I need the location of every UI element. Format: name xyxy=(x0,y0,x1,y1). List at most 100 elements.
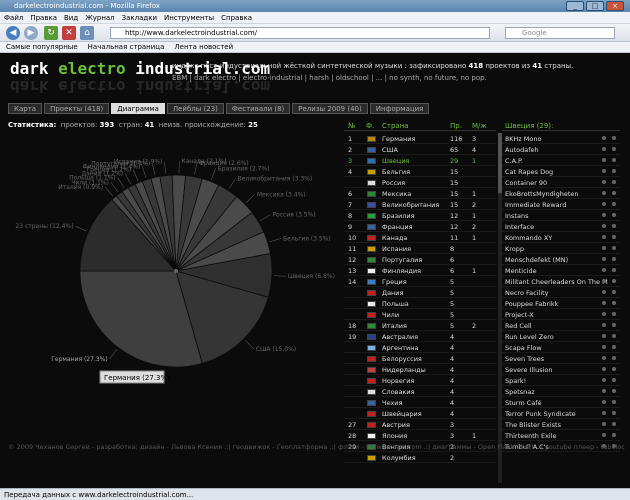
play-icon[interactable] xyxy=(612,279,616,283)
close-button[interactable]: × xyxy=(606,1,624,11)
info-icon[interactable] xyxy=(602,268,606,272)
list-item[interactable]: Red Cell xyxy=(502,320,620,331)
menu-item-6[interactable]: Справка xyxy=(221,14,252,22)
info-icon[interactable] xyxy=(602,235,606,239)
table-row[interactable]: Норвегия 4 xyxy=(344,375,496,386)
list-item[interactable]: Container 90 xyxy=(502,177,620,188)
table-row[interactable]: Словакия 4 xyxy=(344,386,496,397)
play-icon[interactable] xyxy=(612,191,616,195)
table-row[interactable]: 1 Германия 116 3 xyxy=(344,133,496,144)
play-icon[interactable] xyxy=(612,389,616,393)
info-icon[interactable] xyxy=(602,202,606,206)
table-row[interactable]: Швейцария 4 xyxy=(344,408,496,419)
info-icon[interactable] xyxy=(602,147,606,151)
bookmark-2[interactable]: Лента новостей xyxy=(174,43,233,51)
list-item[interactable]: Instans xyxy=(502,210,620,221)
table-row[interactable]: 14 Греция 5 xyxy=(344,276,496,287)
bookmark-0[interactable]: Самые популярные xyxy=(6,43,78,51)
tab-0[interactable]: Карта xyxy=(8,103,43,114)
list-item[interactable]: C.A.P. xyxy=(502,155,620,166)
list-item[interactable]: Terror Punk Syndicate xyxy=(502,408,620,419)
play-icon[interactable] xyxy=(612,235,616,239)
play-icon[interactable] xyxy=(612,301,616,305)
table-row[interactable]: Чехия 4 xyxy=(344,397,496,408)
play-icon[interactable] xyxy=(612,213,616,217)
menu-item-3[interactable]: Журнал xyxy=(85,14,114,22)
play-icon[interactable] xyxy=(612,246,616,250)
tab-2[interactable]: Диаграмма xyxy=(111,103,165,114)
info-icon[interactable] xyxy=(602,158,606,162)
search-input[interactable]: Google xyxy=(505,27,615,39)
info-icon[interactable] xyxy=(602,312,606,316)
table-row[interactable]: Нидерланды 4 xyxy=(344,364,496,375)
info-icon[interactable] xyxy=(602,301,606,305)
info-icon[interactable] xyxy=(602,411,606,415)
play-icon[interactable] xyxy=(612,224,616,228)
list-item[interactable]: 8KHz Mono xyxy=(502,133,620,144)
play-icon[interactable] xyxy=(612,312,616,316)
list-item[interactable]: Menschdefekt (MN) xyxy=(502,254,620,265)
info-icon[interactable] xyxy=(602,433,606,437)
menu-item-0[interactable]: Файл xyxy=(4,14,23,22)
table-row[interactable]: 8 Бразилия 12 1 xyxy=(344,210,496,221)
menu-item-4[interactable]: Закладки xyxy=(122,14,157,22)
play-icon[interactable] xyxy=(612,433,616,437)
info-icon[interactable] xyxy=(602,224,606,228)
play-icon[interactable] xyxy=(612,257,616,261)
info-icon[interactable] xyxy=(602,422,606,426)
home-icon[interactable]: ⌂ xyxy=(80,26,94,40)
table-row[interactable]: Польша 5 xyxy=(344,298,496,309)
menu-item-1[interactable]: Правка xyxy=(30,14,57,22)
play-icon[interactable] xyxy=(612,169,616,173)
play-icon[interactable] xyxy=(612,323,616,327)
table-row[interactable]: Дания 5 xyxy=(344,287,496,298)
list-item[interactable]: Scapa Flow xyxy=(502,342,620,353)
table-row[interactable]: 11 Испания 8 xyxy=(344,243,496,254)
table-row[interactable]: 10 Канада 11 1 xyxy=(344,232,496,243)
info-icon[interactable] xyxy=(602,213,606,217)
info-icon[interactable] xyxy=(602,378,606,382)
list-item[interactable]: Severe Illusion xyxy=(502,364,620,375)
play-icon[interactable] xyxy=(612,367,616,371)
info-icon[interactable] xyxy=(602,389,606,393)
list-item[interactable]: EkoBrottsMyndigheten xyxy=(502,188,620,199)
list-item[interactable]: Spark! xyxy=(502,375,620,386)
play-icon[interactable] xyxy=(612,202,616,206)
table-row[interactable]: 6 Мексика 15 1 xyxy=(344,188,496,199)
back-button[interactable]: ◀ xyxy=(6,26,20,40)
list-item[interactable]: Sturm Café xyxy=(502,397,620,408)
tab-6[interactable]: Информация xyxy=(369,103,430,114)
list-item[interactable]: Autodafeh xyxy=(502,144,620,155)
column-header-1[interactable]: Ф. xyxy=(366,122,374,130)
play-icon[interactable] xyxy=(612,378,616,382)
list-item[interactable]: Project-X xyxy=(502,309,620,320)
stop-icon[interactable]: ✕ xyxy=(62,26,76,40)
list-item[interactable]: Immediate Reward xyxy=(502,199,620,210)
bookmark-1[interactable]: Начальная страница xyxy=(88,43,165,51)
list-item[interactable]: Necro Facility xyxy=(502,287,620,298)
info-icon[interactable] xyxy=(602,180,606,184)
play-icon[interactable] xyxy=(612,334,616,338)
reload-icon[interactable]: ↻ xyxy=(44,26,58,40)
column-header-4[interactable]: М/ж xyxy=(472,122,487,130)
url-input[interactable]: http://www.darkelectroindustrial.com/ xyxy=(110,27,490,39)
info-icon[interactable] xyxy=(602,279,606,283)
table-row[interactable]: 12 Португалия 6 xyxy=(344,254,496,265)
list-item[interactable]: Seven Trees xyxy=(502,353,620,364)
minimize-button[interactable]: _ xyxy=(566,1,584,11)
table-row[interactable]: 3 Швеция 29 1 xyxy=(344,155,496,166)
play-icon[interactable] xyxy=(612,180,616,184)
tab-3[interactable]: Лейблы (23) xyxy=(166,103,224,114)
table-row[interactable]: 4 Бельгия 15 xyxy=(344,166,496,177)
info-icon[interactable] xyxy=(602,257,606,261)
info-icon[interactable] xyxy=(602,191,606,195)
list-item[interactable]: Interface xyxy=(502,221,620,232)
list-item[interactable]: Spetsnaz xyxy=(502,386,620,397)
table-row[interactable]: 9 Франция 12 2 xyxy=(344,221,496,232)
forward-button[interactable]: ▶ xyxy=(24,26,38,40)
list-item[interactable]: Kropp xyxy=(502,243,620,254)
pie-chart[interactable]: Германия (27.3%) 23 страны (12.4%) Италия … xyxy=(0,133,340,443)
table-row[interactable]: 2 США 65 4 xyxy=(344,144,496,155)
play-icon[interactable] xyxy=(612,290,616,294)
column-header-3[interactable]: Пр. xyxy=(450,122,462,130)
